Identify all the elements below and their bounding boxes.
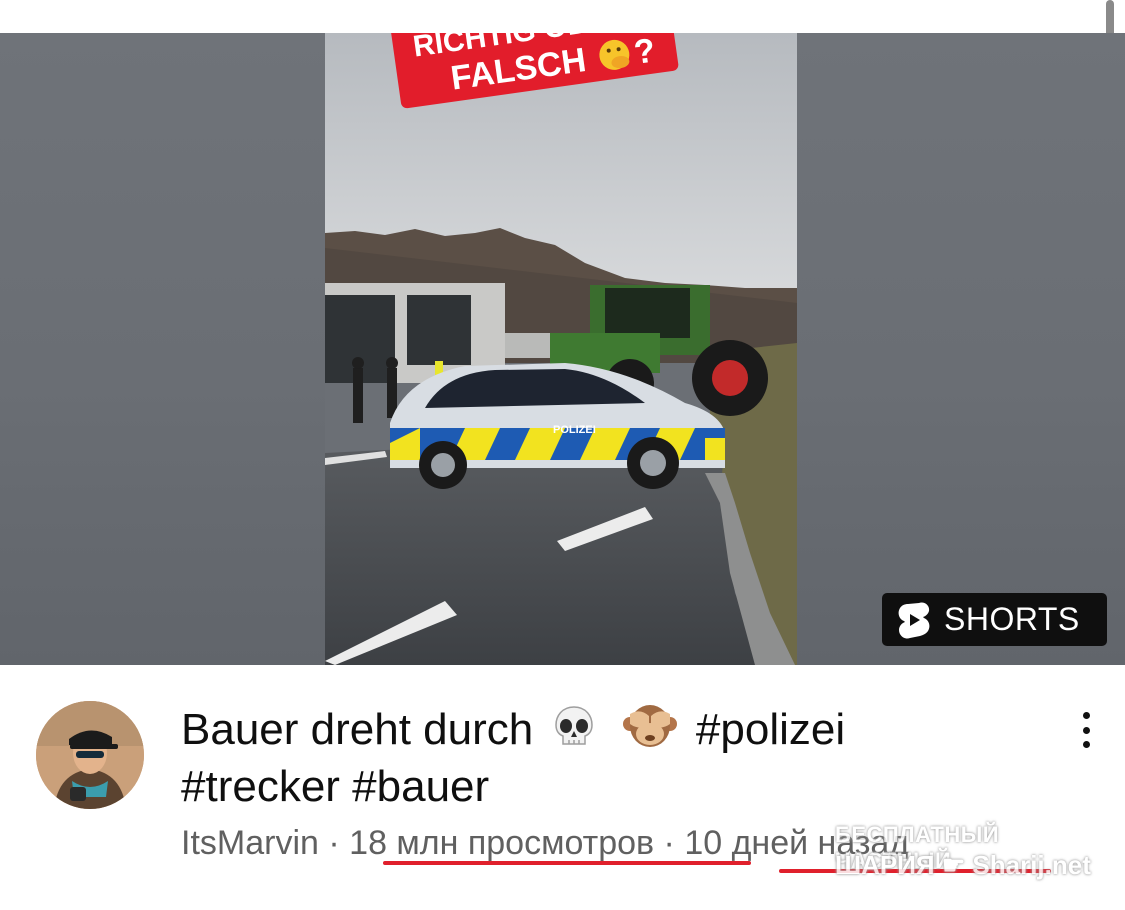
see-no-evil-monkey-emoji-icon [622,705,677,747]
video-metadata: ItsMarvin · 18 млн просмотров · 10 дней … [181,824,909,863]
watermark: БЕСПЛАТНЫЙ ЧАСТНЫЙ ШАРИЯ ☛ Sharij.net [835,822,1100,886]
watermark-line2: ШАРИЯ ☛ Sharij.net [835,850,1091,881]
more-vertical-icon [1082,712,1090,719]
thumbnail-blur-left [0,33,325,665]
svg-text:POLIZEI: POLIZEI [553,424,596,436]
video-frame: POLIZEI RICHTIG ODER FALSCH ? [325,33,797,665]
video-thumbnail[interactable]: POLIZEI RICHTIG ODER FALSCH ? [0,33,1125,665]
views-underline [383,861,751,865]
watermark-site: Sharij.net [972,850,1091,880]
thumbnail-blur-right [797,33,1125,665]
title-text: Bauer dreht durch [181,705,534,754]
title-hashtags-line2[interactable]: #trecker #bauer [181,762,489,811]
channel-avatar[interactable] [36,701,144,809]
shorts-badge: SHORTS [882,593,1107,646]
title-hashtag-polizei[interactable]: #polizei [696,705,845,754]
skull-emoji-icon [555,706,594,745]
more-options-button[interactable] [1070,708,1102,752]
separator: · [663,824,675,862]
youtube-shorts-logo-icon [898,601,930,639]
video-title[interactable]: Bauer dreht durch #polizei #trecker #bau… [181,700,981,815]
shorts-label: SHORTS [944,601,1080,637]
channel-name[interactable]: ItsMarvin [181,824,319,863]
pointing-hand-icon: ☛ [941,850,966,880]
separator: · [328,824,340,862]
view-count: 18 млн просмотров [349,824,655,862]
watermark-brand: ШАРИЯ [835,850,935,880]
